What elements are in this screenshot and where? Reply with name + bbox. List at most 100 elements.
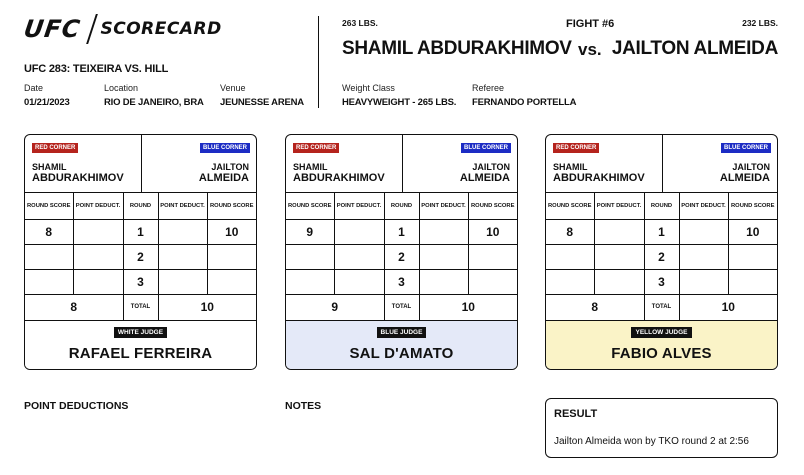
card-blue-fighter: JAILTON ALMEIDA	[199, 162, 249, 184]
result-title: RESULT	[554, 408, 598, 420]
red-last-name: ABDURAKHIMOV	[32, 172, 124, 184]
card-header: RED CORNER BLUE CORNER SHAMIL ABDURAKHIM…	[286, 135, 517, 193]
score-table: ROUND SCORE POINT DEDUCT. ROUND POINT DE…	[546, 193, 777, 321]
date-value: 01/21/2023	[24, 97, 70, 108]
col-round: ROUND	[384, 193, 420, 220]
col-red-round-score: ROUND SCORE	[25, 193, 74, 220]
score-table-header: ROUND SCORE POINT DEDUCT. ROUND POINT DE…	[286, 193, 517, 220]
blue-point-deduct	[679, 269, 729, 295]
blue-corner-badge: BLUE CORNER	[199, 143, 250, 153]
judge-name: FABIO ALVES	[611, 344, 712, 362]
red-round-score	[546, 244, 595, 270]
blue-point-deduct	[419, 269, 469, 295]
round-number: 2	[123, 244, 159, 270]
blue-round-score	[207, 244, 256, 270]
judge-area: YELLOW JUDGE FABIO ALVES	[546, 320, 777, 369]
round-row: 8 1 10	[546, 219, 777, 245]
blue-last-name: ALMEIDA	[198, 172, 249, 184]
round-number: 1	[384, 219, 420, 245]
date-field: Date 01/21/2023	[24, 83, 70, 108]
red-point-deduct	[594, 219, 645, 245]
judge-name: RAFAEL FERREIRA	[68, 344, 213, 362]
red-round-score: 8	[25, 219, 74, 245]
red-fighter-weight: 263 LBS.	[342, 18, 378, 28]
round-number: 1	[123, 219, 159, 245]
blue-point-deduct	[679, 219, 729, 245]
score-table: ROUND SCORE POINT DEDUCT. ROUND POINT DE…	[25, 193, 256, 321]
judge-area: WHITE JUDGE RAFAEL FERREIRA	[25, 320, 256, 369]
red-round-score	[546, 269, 595, 295]
red-corner-badge: RED CORNER	[32, 143, 79, 153]
blue-point-deduct	[158, 244, 208, 270]
round-row: 8 1 10	[25, 219, 256, 245]
blue-point-deduct	[679, 244, 729, 270]
red-point-deduct	[73, 219, 124, 245]
red-round-score: 8	[546, 219, 595, 245]
card-header: RED CORNER BLUE CORNER SHAMIL ABDURAKHIM…	[546, 135, 777, 193]
venue-value: JEUNESSE ARENA	[220, 97, 304, 108]
blue-last-name: ALMEIDA	[719, 172, 770, 184]
vs-label: vs.	[578, 40, 602, 59]
blue-fighter-name: JAILTON ALMEIDA	[611, 38, 778, 59]
blue-round-score	[468, 269, 517, 295]
col-blue-point-deduct: POINT DEDUCT.	[419, 193, 469, 220]
header-split	[141, 135, 142, 193]
red-total: 8	[25, 294, 124, 321]
red-round-score: 9	[286, 219, 335, 245]
referee-field: Referee FERNANDO PORTELLA	[472, 83, 576, 108]
blue-round-score: 10	[468, 219, 517, 245]
blue-total: 10	[419, 294, 517, 321]
location-label: Location	[104, 83, 139, 93]
col-blue-round-score: ROUND SCORE	[468, 193, 517, 220]
weight-class-label: Weight Class	[342, 83, 395, 93]
round-number: 2	[384, 244, 420, 270]
total-label: TOTAL	[123, 294, 159, 321]
blue-last-name: ALMEIDA	[459, 172, 510, 184]
total-row: 9 TOTAL 10	[286, 294, 517, 321]
red-corner-badge: RED CORNER	[553, 143, 600, 153]
col-blue-round-score: ROUND SCORE	[728, 193, 777, 220]
round-number: 3	[644, 269, 680, 295]
location-field: Location RIO DE JANEIRO, BRA	[104, 83, 204, 108]
judge-label: BLUE JUDGE	[376, 326, 427, 338]
round-number: 1	[644, 219, 680, 245]
venue-field: Venue JEUNESSE ARENA	[220, 83, 304, 108]
header-divider	[318, 16, 319, 108]
logo-product: SCORECARD	[100, 19, 222, 39]
red-round-score	[25, 269, 74, 295]
col-red-point-deduct: POINT DEDUCT.	[594, 193, 645, 220]
logo-brand: UFC	[22, 15, 83, 43]
blue-round-score	[207, 269, 256, 295]
blue-round-score	[468, 244, 517, 270]
col-red-point-deduct: POINT DEDUCT.	[334, 193, 385, 220]
judge-area: BLUE JUDGE SAL D'AMATO	[286, 320, 517, 369]
round-row: 3	[546, 269, 777, 295]
score-table-header: ROUND SCORE POINT DEDUCT. ROUND POINT DE…	[25, 193, 256, 220]
round-row: 3	[286, 269, 517, 295]
weight-class-field: Weight Class HEAVYWEIGHT - 265 LBS.	[342, 83, 456, 108]
col-round: ROUND	[123, 193, 159, 220]
round-row: 2	[546, 244, 777, 270]
total-row: 8 TOTAL 10	[25, 294, 256, 321]
blue-point-deduct	[419, 244, 469, 270]
round-number: 3	[123, 269, 159, 295]
red-point-deduct	[73, 269, 124, 295]
total-label: TOTAL	[644, 294, 680, 321]
header-split	[662, 135, 663, 193]
blue-total: 10	[158, 294, 256, 321]
round-number: 2	[644, 244, 680, 270]
col-red-point-deduct: POINT DEDUCT.	[73, 193, 124, 220]
red-last-name: ABDURAKHIMOV	[293, 172, 385, 184]
red-round-score	[25, 244, 74, 270]
round-row: 9 1 10	[286, 219, 517, 245]
red-point-deduct	[334, 219, 385, 245]
red-corner-badge: RED CORNER	[293, 143, 340, 153]
card-red-fighter: SHAMIL ABDURAKHIMOV	[293, 162, 385, 184]
judge-scorecard-1: RED CORNER BLUE CORNER SHAMIL ABDURAKHIM…	[24, 134, 257, 370]
col-red-round-score: ROUND SCORE	[286, 193, 335, 220]
red-point-deduct	[594, 244, 645, 270]
location-value: RIO DE JANEIRO, BRA	[104, 97, 204, 108]
card-blue-fighter: JAILTON ALMEIDA	[460, 162, 510, 184]
red-point-deduct	[594, 269, 645, 295]
blue-round-score: 10	[207, 219, 256, 245]
